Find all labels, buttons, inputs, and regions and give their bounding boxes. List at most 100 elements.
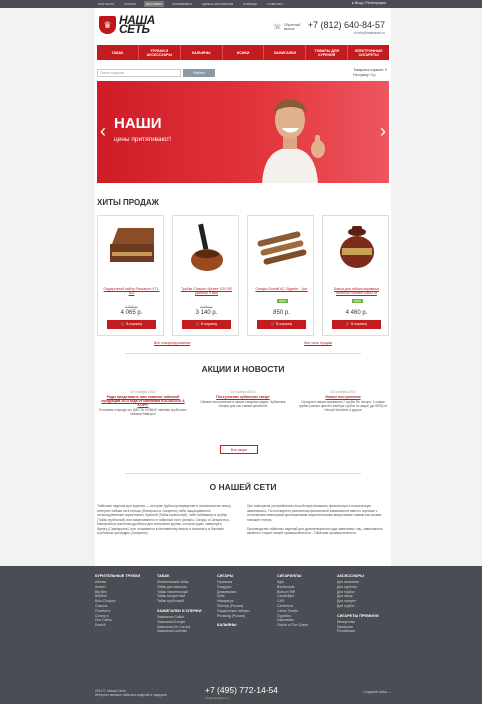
copyright-line-2: Интернет магазин табачных изделий и пода… bbox=[95, 693, 167, 697]
all-hits-link[interactable]: Все хиты продаж bbox=[304, 341, 332, 345]
footer-col-cigarillos: СИГАРИЛЛЫ Agio Backwoods Borkum Riff Can… bbox=[277, 574, 308, 628]
about-text-left: Табачные изделия для курения — пестрая т… bbox=[97, 504, 232, 535]
footer-phone: +7 (495) 772-14-54 bbox=[205, 685, 279, 695]
footer-col-tobacco: ТАБАК Жевательный табак Табак для кальян… bbox=[157, 574, 201, 634]
footer-heading[interactable]: СИГАРЫ bbox=[217, 574, 250, 579]
product-price: 4 065 р. bbox=[120, 310, 143, 316]
page-container: ♛ НАША СЕТЬ ☏ Обратный звонок +7 (812) 6… bbox=[95, 8, 391, 566]
cart-summary[interactable]: Товаров в корзине: 0 На сумму: 0 р. bbox=[353, 68, 387, 78]
news-item: 19 ноября 2014 Рады представить вам нови… bbox=[97, 390, 189, 416]
footer-email[interactable]: info@nashaset.ru bbox=[205, 696, 229, 700]
search-button[interactable]: Найти bbox=[183, 69, 215, 77]
product-name[interactable]: Подарочный набор Passatore 471-502 bbox=[102, 287, 161, 295]
footer-link[interactable]: Ричмонд (Россия) bbox=[217, 614, 250, 619]
footer-col-accessories: АКСЕССУАРЫ Для кальянов Для курения Для … bbox=[337, 574, 379, 634]
footer-link[interactable]: Global of The Queen bbox=[277, 623, 308, 628]
footer-link[interactable]: Для трубок bbox=[337, 604, 379, 609]
nav-item-ecig[interactable]: ЭЛЕКТРОННЫЕ СИГАРЕТЫ bbox=[348, 45, 389, 60]
product-name[interactable]: Трубка Chacom Sphere 1/20 SE (фильтр 9 м… bbox=[177, 287, 236, 295]
site-made-by[interactable]: Создание сайта — bbox=[363, 690, 391, 694]
nav-item-lighters[interactable]: ЗАЖИГАЛКИ bbox=[264, 45, 307, 60]
footer-col-cigars: СИГАРЫ Германия Гондурас Доминикана Куба… bbox=[217, 574, 250, 629]
all-special-offers-link[interactable]: Все спецпредложения bbox=[154, 341, 190, 345]
top-link-payment[interactable]: ОПЛАТА bbox=[122, 1, 138, 7]
top-link-help[interactable]: ПОМОЩЬ bbox=[241, 1, 259, 7]
all-news-button[interactable]: Все акции bbox=[220, 445, 258, 454]
phone-icon: ☏ bbox=[273, 24, 282, 31]
news-text: В первом очереди это ШЕСТЬ НОВЫХ линейки… bbox=[99, 408, 187, 416]
footer-heading[interactable]: СИГАРИЛЛЫ bbox=[277, 574, 308, 579]
nav-item-tobacco[interactable]: ТАБАК bbox=[97, 45, 139, 60]
banner-next-icon[interactable]: › bbox=[380, 121, 386, 142]
news-headline[interactable]: Новые поступления bbox=[297, 395, 389, 399]
footer-heading[interactable]: КАЛЬЯНЫ bbox=[217, 623, 250, 628]
footer-link[interactable]: Подарочные наборы bbox=[217, 609, 250, 614]
news-text: Сегодня в наших магазинах 2 трубы Ян Jac… bbox=[298, 400, 388, 412]
footer-link[interactable]: Российские bbox=[337, 629, 379, 634]
search-input[interactable]: Поиск товаров bbox=[97, 69, 181, 77]
footer-heading[interactable]: ЗАЖИГАЛКИ И СПИЧКИ bbox=[157, 609, 201, 614]
add-to-cart-button[interactable]: 🛒 В корзину bbox=[107, 320, 156, 329]
new-badge: NEW bbox=[352, 299, 363, 303]
nav-item-smoking-goods[interactable]: ТОВАРЫ ДЛЯ КУРЕНИЯ bbox=[306, 45, 349, 60]
footer-link[interactable]: Dunhill bbox=[95, 623, 140, 628]
news-row: 19 ноября 2014 Рады представить вам нови… bbox=[97, 390, 389, 416]
news-headline[interactable]: Поступление кубинских сигар! bbox=[197, 395, 289, 399]
add-to-cart-button[interactable]: 🛒 В корзину bbox=[332, 320, 381, 329]
top-link-contacts[interactable]: КОНТАКТЫ bbox=[96, 1, 116, 7]
nav-item-cigars[interactable]: ИСИКИ bbox=[223, 45, 265, 60]
callback-label: Обратный звонок bbox=[283, 23, 301, 31]
news-title: АКЦИИ И НОВОСТИ bbox=[201, 364, 285, 374]
divider bbox=[125, 353, 361, 354]
footer-heading[interactable]: КУРИТЕЛЬНЫЕ ТРУБКИ bbox=[95, 574, 140, 579]
callback-link[interactable]: ☏ Обратный звонок bbox=[273, 23, 304, 31]
banner-subline: цены притягивают! bbox=[114, 136, 172, 143]
product-image-pipe bbox=[191, 223, 223, 271]
nav-item-pipes[interactable]: ТРУБКИ И АКСЕССУАРЫ bbox=[139, 45, 181, 60]
product-card: Банка для табака керамика Sherlock Holme… bbox=[322, 215, 389, 336]
product-price: 4 460 р. bbox=[345, 310, 368, 316]
banner-man-image bbox=[262, 99, 325, 183]
add-to-cart-label: В корзину bbox=[201, 322, 218, 326]
top-link-events[interactable]: СОБЫТИЯ bbox=[265, 1, 284, 7]
footer-col-pipes: КУРИТЕЛЬНЫЕ ТРУБКИ Alfonso Ashton Big Be… bbox=[95, 574, 140, 628]
login-links: ● Вход / Регистрация bbox=[351, 1, 386, 5]
login-link[interactable]: Вход bbox=[355, 1, 363, 5]
register-link[interactable]: Регистрация bbox=[366, 1, 386, 5]
top-link-delivery[interactable]: ДОСТАВКА bbox=[144, 1, 165, 7]
product-image-cigars bbox=[257, 231, 307, 265]
product-name[interactable]: Банка для табака керамика Sherlock Holme… bbox=[327, 287, 386, 295]
news-item: 14 ноября 2014 Поступление кубинских сиг… bbox=[197, 390, 289, 416]
footer-copyright: 2014 © «Наша Сеть» Интернет магазин таба… bbox=[95, 689, 167, 697]
logo[interactable]: ♛ НАША СЕТЬ bbox=[99, 14, 155, 35]
footer-heading[interactable]: ТАБАК bbox=[157, 574, 201, 579]
add-to-cart-label: В корзину bbox=[276, 322, 293, 326]
add-to-cart-button[interactable]: 🛒 В корзину bbox=[182, 320, 231, 329]
all-links-row: Все спецпредложения Все хиты продаж bbox=[97, 341, 389, 345]
news-headline[interactable]: Рады представить вам новинки табачной пр… bbox=[97, 395, 189, 407]
header-email[interactable]: ✉ info@nashaset.ru bbox=[354, 31, 385, 35]
product-price: 850 р. bbox=[273, 310, 290, 316]
news-text: Свежее поступление в наших сигарных ряда… bbox=[200, 400, 286, 408]
product-name[interactable]: Сигары Dunhill AC Gigante - 1шт bbox=[252, 287, 311, 291]
product-card: Сигары Dunhill AC Gigante - 1шт NEW 850 … bbox=[247, 215, 314, 336]
header-email-text: info@nashaset.ru bbox=[357, 31, 386, 35]
add-to-cart-button[interactable]: 🛒 В корзину bbox=[257, 320, 306, 329]
footer-bottom: 2014 © «Наша Сеть» Интернет магазин таба… bbox=[95, 683, 391, 703]
new-badge: NEW bbox=[277, 299, 288, 303]
footer-heading[interactable]: СИГАРЕТЫ ПРЕМИУМ bbox=[337, 614, 379, 619]
footer-link[interactable]: Зажигалки Lubinski bbox=[157, 629, 201, 634]
product-price: 3 140 р. bbox=[195, 310, 218, 316]
promo-banner[interactable]: ‹ › НАШИ цены притягивают! bbox=[97, 81, 389, 183]
nav-item-hookahs[interactable]: КАЛЬЯНЫ bbox=[181, 45, 223, 60]
top-link-stores[interactable]: АДРЕСА МАГАЗИНОВ bbox=[200, 1, 235, 7]
product-old-price: 4 990 р. bbox=[125, 305, 138, 309]
banner-prev-icon[interactable]: ‹ bbox=[100, 121, 106, 142]
cart-sum: На сумму: 0 р. bbox=[353, 73, 377, 77]
bear-shield-icon: ♛ bbox=[99, 16, 116, 34]
top-link-pickup[interactable]: САМОВЫВОЗ bbox=[170, 1, 194, 7]
top-nav: КОНТАКТЫ ОПЛАТА ДОСТАВКА САМОВЫВОЗ АДРЕС… bbox=[96, 1, 284, 7]
footer-heading[interactable]: АКСЕССУАРЫ bbox=[337, 574, 379, 579]
footer-link[interactable]: Табак трубочный bbox=[157, 599, 201, 604]
banner-headline: НАШИ bbox=[114, 115, 162, 132]
